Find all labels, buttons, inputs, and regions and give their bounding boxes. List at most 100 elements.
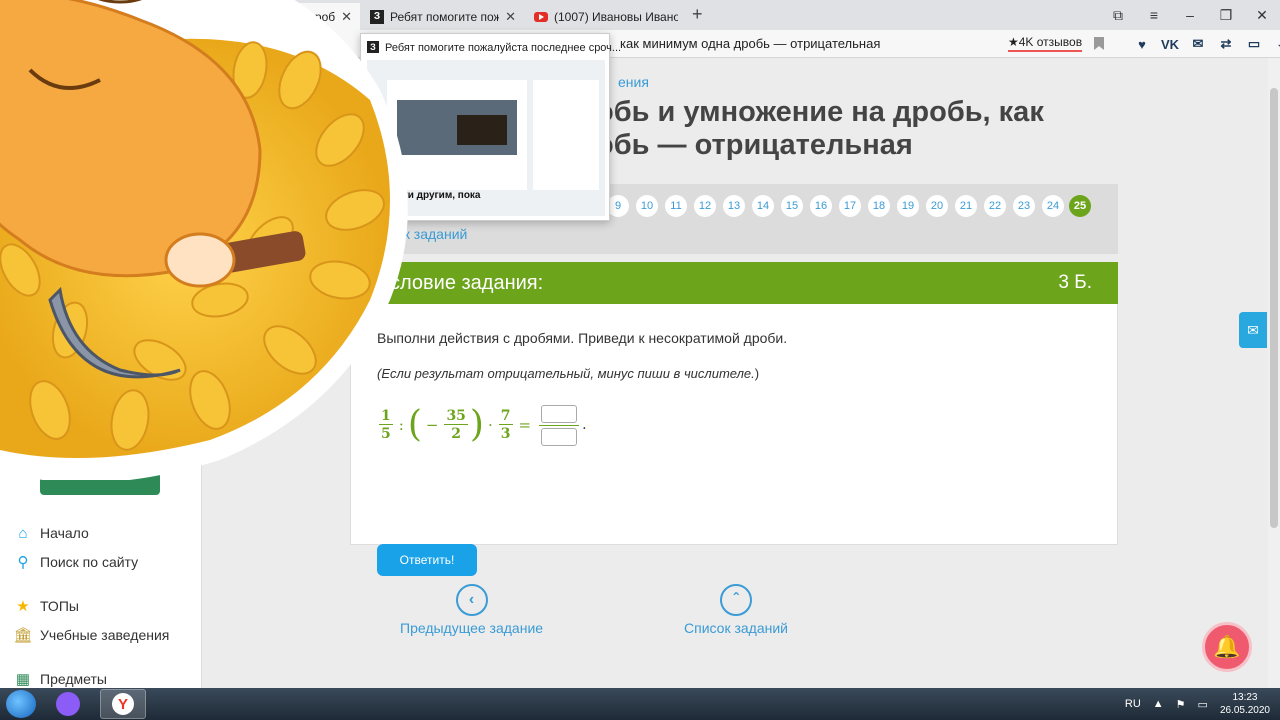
task-points: 3 Б. [1058,272,1092,293]
tab-youtube[interactable]: (1007) Ивановы Ивановы [526,3,686,30]
sidebar-item-label: Учебные заведения [40,627,170,643]
sidebar-item-label: Предметы [40,671,107,687]
answer-denominator-input[interactable] [541,427,578,446]
menu-icon[interactable]: ≡ [1136,7,1172,23]
close-window-icon[interactable]: ✕ [1244,7,1280,24]
previous-task-label: Предыдущее задание [400,620,544,636]
sync-extension-icon[interactable]: ⇄ [1216,34,1236,54]
equals-sign: = [518,416,532,434]
clock-time: 13:23 [1232,692,1258,703]
fraction-2: 35 2 [444,407,468,443]
mascot-paw [164,232,236,288]
page-scrollbar[interactable] [1268,58,1280,688]
system-tray: RU ▲ ⚑ ▭ 13:23 26.05.2020 [1125,688,1270,720]
answer-button[interactable]: Ответить! [377,544,477,576]
pager-number[interactable]: 16 [810,195,832,217]
institution-icon: 🏛 [13,627,33,644]
restore-icon[interactable]: ❐ [1208,7,1244,24]
search-icon: ⚲ [17,554,29,571]
sidebar-item-label: Начало [40,525,89,541]
pager-number[interactable]: 18 [868,195,890,217]
fraction-denominator: 2 [451,425,462,442]
heart-extension-icon[interactable]: ♥ [1132,34,1152,54]
window-controls: ⧉ ≡ – ❐ ✕ [1100,0,1280,30]
minimize-icon[interactable]: – [1172,7,1208,23]
bookmarks-panel-icon[interactable]: ⧉ [1100,7,1136,24]
answer-numerator-input[interactable] [541,404,578,423]
close-icon[interactable]: ✕ [505,9,516,25]
chevron-left-icon: ‹ [455,584,488,616]
thumbnail-video [457,115,507,145]
mail-icon: ✉ [1247,321,1259,338]
previous-task-button[interactable]: ‹ Предыдущее задание [400,584,543,636]
bell-icon: 🔔 [1213,634,1241,659]
sidebar-item-label: Поиск по сайту [40,554,139,570]
task-body: Выполни действия с дробями. Приведи к не… [350,304,1118,576]
alice-assistant-icon[interactable] [56,692,80,716]
sidebar-item-institutions[interactable]: 🏛 Учебные заведения [13,626,170,644]
sidebar-item-home[interactable]: ⌂ Начало [14,524,89,542]
os-taskbar: Y RU ▲ ⚑ ▭ 13:23 26.05.2020 [0,688,1280,720]
pager-number[interactable]: 17 [839,195,861,217]
pager-number[interactable]: 20 [926,195,948,217]
reviews-badge[interactable]: ★4K отзывов [1008,35,1083,52]
page-title: обь и умножение на дробь, как обь — отри… [596,96,1044,161]
sidebar-item-subjects[interactable]: ▦ Предметы [14,670,107,688]
start-button[interactable] [6,690,36,718]
yandex-browser-taskbar-button[interactable]: Y [100,689,146,719]
download-icon[interactable]: ⇩ [1272,34,1280,54]
answer-fraction [539,404,580,446]
tray-expand-icon[interactable]: ▲ [1153,698,1164,710]
fraction-numerator: 7 [498,407,513,425]
task-note-end: ) [754,366,760,381]
task-header: словие задания: 3 Б. [350,262,1118,304]
pager-number[interactable]: 19 [897,195,919,217]
system-clock[interactable]: 13:23 26.05.2020 [1220,691,1270,717]
subjects-icon: ▦ [15,671,31,688]
multiply-operator: · [487,416,493,434]
clock-date: 26.05.2020 [1219,705,1270,716]
fraction-bar [539,424,580,426]
sidebar-item-tops[interactable]: ★ ТОПы [14,597,79,615]
fraction-denominator: 3 [500,425,511,442]
tray-network-icon[interactable]: ▭ [1198,698,1208,711]
task-list-button[interactable]: ˆ Список заданий [684,584,788,636]
task-note-text: (Если результат отрицательный, минус пиш… [377,366,755,381]
pager-number[interactable]: 15 [781,195,803,217]
breadcrumb-link[interactable]: ения [618,74,649,90]
bookmark-icon[interactable] [1094,37,1104,50]
star-icon: ★ [16,598,30,615]
task-note: (Если результат отрицательный, минус пиш… [377,366,759,381]
chevron-up-icon: ˆ [720,584,752,616]
language-indicator[interactable]: RU [1125,698,1141,710]
extension-icons: ♥ VK ✉ ⇄ ▭ ⇩ [1132,34,1280,54]
pager-number[interactable]: 14 [752,195,774,217]
sidebar-item-search[interactable]: ⚲ Поиск по сайту [14,553,139,571]
pager-number[interactable]: 9 [607,195,629,217]
new-tab-plus-icon[interactable]: + [692,4,703,25]
scrollbar-thumb[interactable] [1270,88,1278,528]
home-icon: ⌂ [18,524,28,542]
mascot-sticker [0,0,408,480]
fraction-numerator: 35 [444,407,468,425]
pager-number[interactable]: 23 [1013,195,1035,217]
screen-extension-icon[interactable]: ▭ [1244,34,1264,54]
task-list-label: Список заданий [684,620,789,636]
pager-number[interactable]: 21 [955,195,977,217]
feedback-mail-button[interactable]: ✉ [1239,312,1267,348]
pager-number[interactable]: 12 [694,195,716,217]
pager-number[interactable]: 24 [1042,195,1064,217]
pager-number[interactable]: 13 [723,195,745,217]
tray-flag-icon[interactable]: ⚑ [1176,698,1186,711]
notification-bell-button[interactable]: 🔔 [1202,622,1252,672]
vk-icon[interactable]: VK [1160,34,1180,54]
formula-period: . [582,417,587,433]
pager-number[interactable]: 11 [665,195,687,217]
pager-number[interactable]: 10 [636,195,658,217]
pager-number[interactable]: 22 [984,195,1006,217]
pager-number-current[interactable]: 25 [1069,195,1091,217]
sidebar-item-label: ТОПы [40,598,79,614]
address-page-title: как минимум одна дробь — отрицательная [620,36,881,51]
task-statement: Выполни действия с дробями. Приведи к не… [377,330,788,346]
chat-extension-icon[interactable]: ✉ [1188,34,1208,54]
